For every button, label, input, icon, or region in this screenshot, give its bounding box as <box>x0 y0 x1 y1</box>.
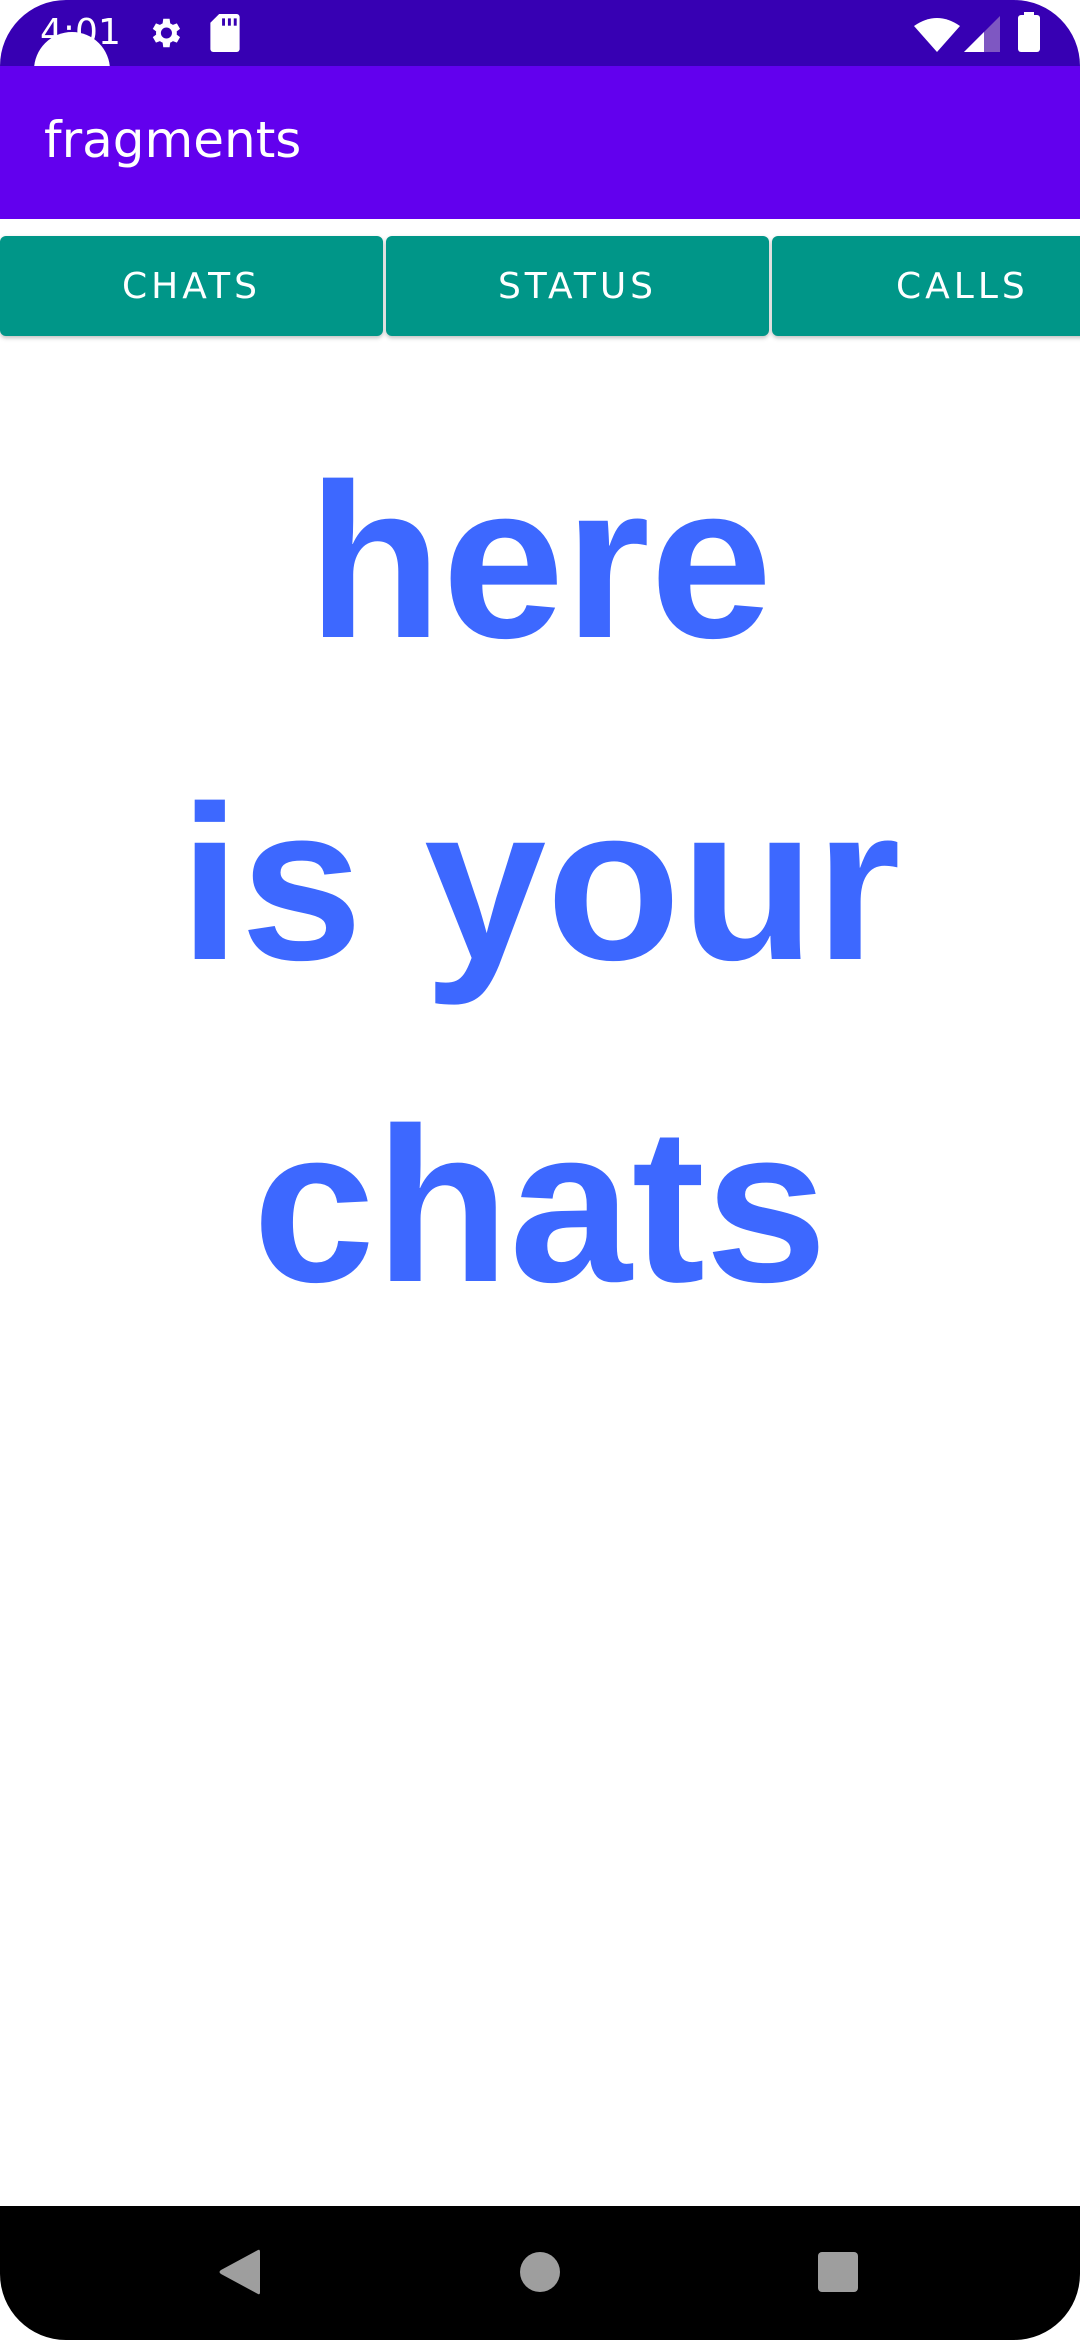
signal-icon <box>964 16 1000 56</box>
home-icon[interactable] <box>520 2252 560 2296</box>
sd-card-icon <box>210 14 240 56</box>
back-icon[interactable] <box>218 2248 262 2300</box>
content-line-3: chats <box>252 1082 828 1328</box>
chats-fragment-content: here is your chats <box>0 400 1080 1366</box>
status-bar: 4:01 <box>0 0 1080 66</box>
app-title: fragments <box>44 111 302 169</box>
content-line-2: is your <box>179 760 901 1006</box>
tab-calls[interactable]: CALLS <box>772 236 1080 336</box>
recents-icon[interactable] <box>818 2252 858 2296</box>
app-bar: fragments <box>0 66 1080 219</box>
tab-status[interactable]: STATUS <box>386 236 769 336</box>
settings-icon <box>146 14 184 56</box>
navigation-bar <box>0 2206 1080 2340</box>
tab-chats[interactable]: CHATS <box>0 236 383 336</box>
battery-icon <box>1018 12 1040 56</box>
wifi-icon <box>914 18 960 56</box>
screen: 4:01 <box>0 0 1080 2340</box>
content-line-1: here <box>307 438 773 684</box>
